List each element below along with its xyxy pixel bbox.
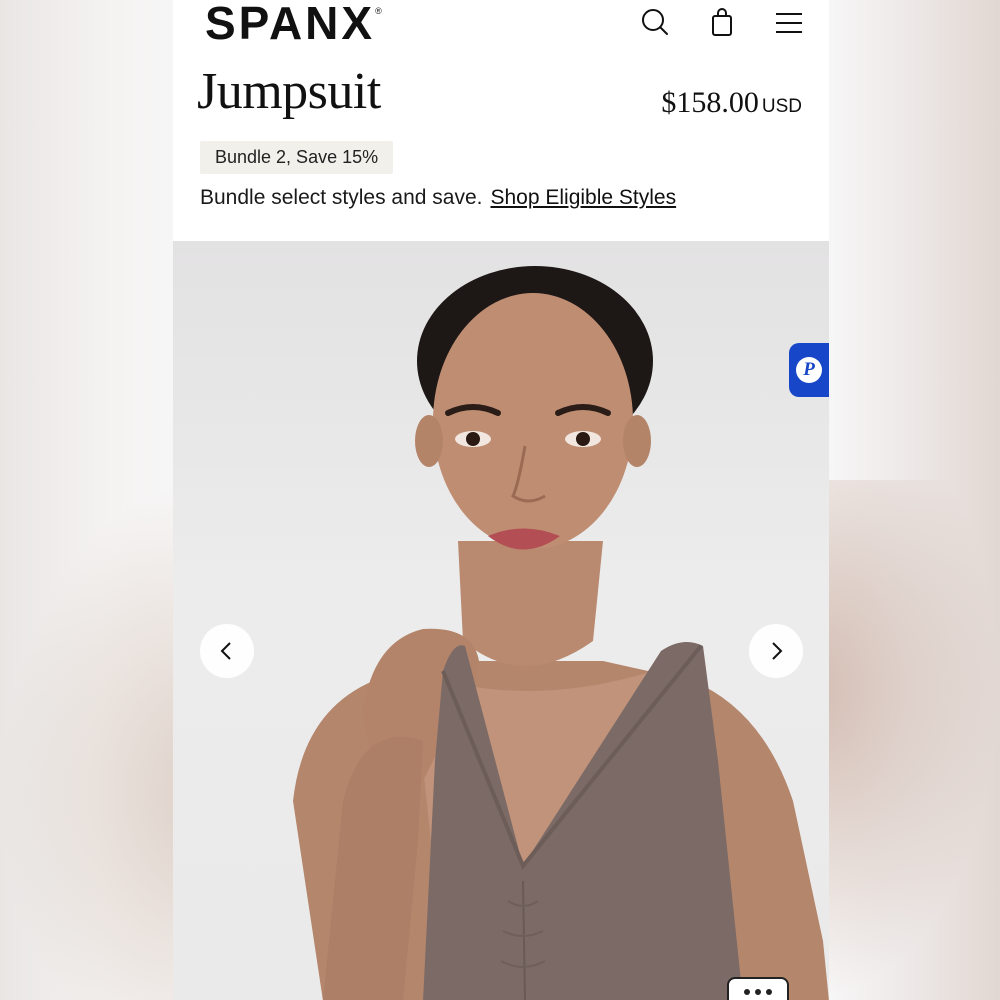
- bundle-badge: Bundle 2, Save 15%: [200, 141, 394, 174]
- chat-button[interactable]: [727, 977, 789, 1000]
- site-header: SPANX®: [173, 0, 829, 52]
- product-title: Jumpsuit: [197, 63, 381, 120]
- background-blur-right: [829, 480, 1000, 1000]
- chevron-right-icon: [772, 642, 783, 660]
- price-currency: USD: [761, 96, 802, 117]
- chevron-left-icon: [220, 642, 231, 660]
- chat-dot: [766, 989, 772, 995]
- bundle-message: Bundle select styles and save. Shop Eligi…: [200, 186, 676, 210]
- price-amount: $158.00: [661, 86, 759, 119]
- menu-button[interactable]: [773, 6, 805, 38]
- logo-text: SPANX: [205, 0, 376, 49]
- payment-widget-tab[interactable]: P: [789, 343, 829, 397]
- cart-button[interactable]: [706, 6, 738, 38]
- product-photo-model: [293, 266, 829, 1000]
- spanx-logo[interactable]: SPANX®: [205, 0, 385, 50]
- mobile-page: SPANX® Jumpsuit $158.00 USD Bundle 2, Sav…: [173, 0, 829, 1000]
- next-image-button[interactable]: [749, 624, 803, 678]
- shop-eligible-styles-link[interactable]: Shop Eligible Styles: [491, 186, 677, 209]
- search-icon: [642, 9, 668, 35]
- chat-dot: [744, 989, 750, 995]
- p-letter-icon: P: [796, 357, 822, 383]
- shopping-bag-icon: [712, 8, 732, 36]
- bundle-message-text: Bundle select styles and save.: [200, 186, 483, 209]
- hamburger-menu-icon: [776, 13, 802, 33]
- background-blur-left: [0, 480, 173, 1000]
- search-button[interactable]: [639, 6, 671, 38]
- product-image-gallery[interactable]: [173, 241, 829, 1000]
- registered-mark: ®: [375, 6, 385, 16]
- chat-dot: [755, 989, 761, 995]
- product-price: $158.00 USD: [661, 86, 802, 120]
- previous-image-button[interactable]: [200, 624, 254, 678]
